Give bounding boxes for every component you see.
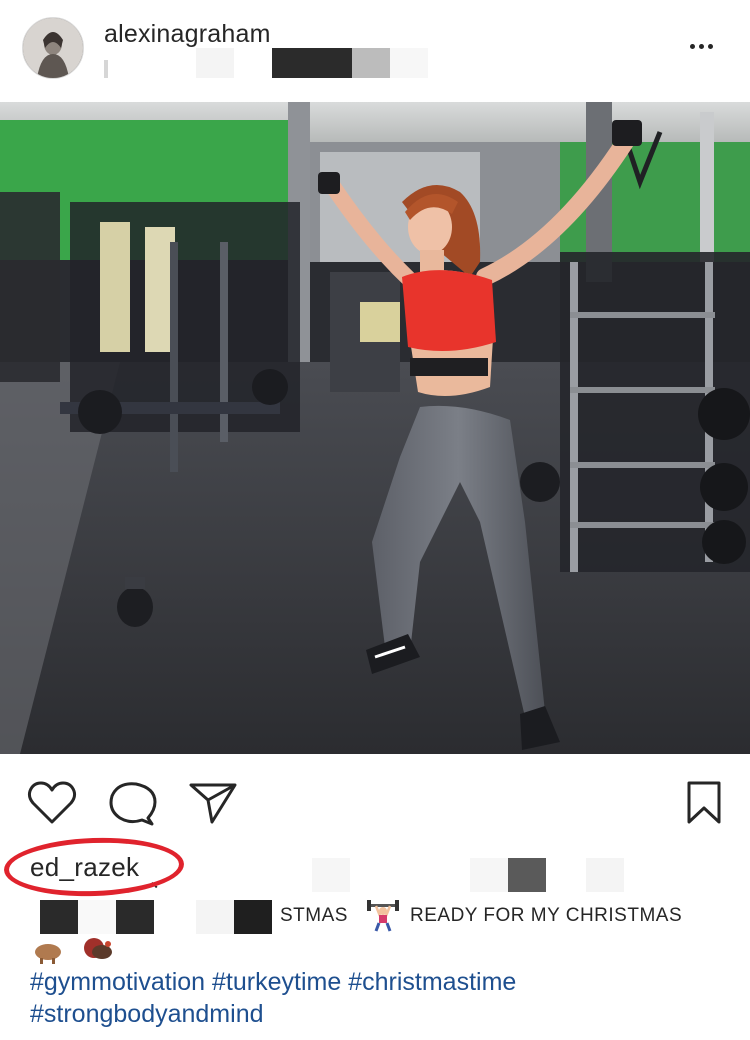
bookmark-icon[interactable] xyxy=(684,780,724,826)
hashtag-link[interactable]: #gymmotivation xyxy=(30,968,205,996)
avatar[interactable] xyxy=(22,17,84,79)
redaction-block xyxy=(116,900,154,934)
hashtag-link[interactable]: #christmastime xyxy=(348,968,516,996)
hashtag-link[interactable]: #strongbodyandmind xyxy=(30,1000,264,1028)
heart-icon[interactable] xyxy=(27,780,77,826)
caption-hashtags: #gymmotivation #turkeytime #christmastim… xyxy=(30,966,730,1030)
redaction-block xyxy=(78,900,116,934)
redaction-block xyxy=(272,48,352,78)
post-photo[interactable] xyxy=(0,102,750,754)
redaction-block xyxy=(40,900,78,934)
redaction-block xyxy=(196,48,234,78)
ellipsis-icon xyxy=(690,44,695,49)
caption-text: READY FOR MY CHRISTMAS xyxy=(410,905,683,926)
caption-text-fragment: STMAS xyxy=(280,905,348,926)
post-header: alexinagraham xyxy=(0,0,750,102)
action-bar xyxy=(0,760,750,844)
redaction-block xyxy=(196,900,234,934)
weightlifter-emoji-icon xyxy=(367,900,399,932)
turkey-emoji-icon xyxy=(35,938,112,964)
ellipsis-icon xyxy=(699,44,704,49)
more-options-button[interactable] xyxy=(690,36,720,56)
redaction-block xyxy=(104,60,108,78)
redaction-block xyxy=(234,900,272,934)
redaction-block xyxy=(312,858,350,892)
redaction-block xyxy=(586,858,624,892)
redaction-block xyxy=(352,48,390,78)
post-username[interactable]: alexinagraham xyxy=(104,20,271,49)
redaction-block xyxy=(390,48,428,78)
redaction-block xyxy=(470,858,508,892)
comment-icon[interactable] xyxy=(108,780,158,828)
paper-plane-icon[interactable] xyxy=(188,780,238,826)
hashtag-link[interactable]: #turkeytime xyxy=(212,968,341,996)
redaction-block xyxy=(508,858,546,892)
ellipsis-icon xyxy=(708,44,713,49)
